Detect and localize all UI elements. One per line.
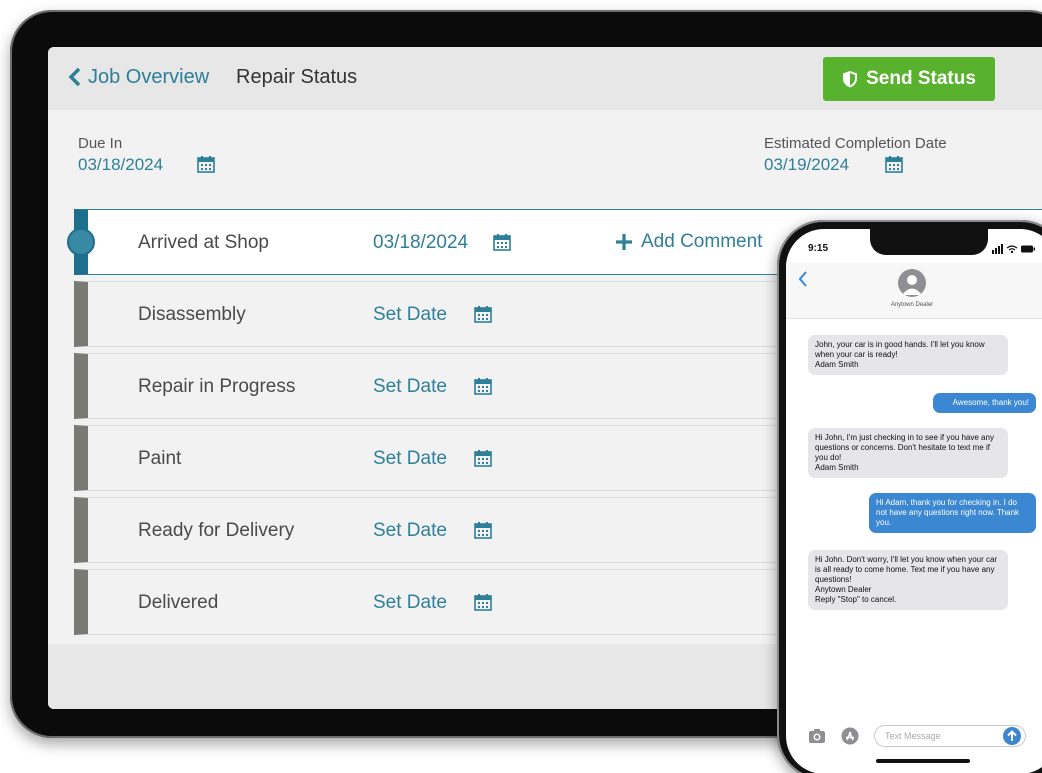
job-overview-link[interactable]: Job Overview [88, 66, 209, 89]
message-text: John, your car is in good hands. I'll le… [815, 340, 985, 369]
step-indicator-dot [67, 228, 95, 256]
calendar-icon[interactable] [474, 449, 492, 467]
message-bubble-outgoing: Awesome, thank you! [933, 393, 1036, 413]
home-indicator [876, 759, 970, 763]
message-bubble-incoming: John, your car is in good hands. I'll le… [808, 335, 1008, 375]
message-text: Hi John. Don't worry, I'll let you know … [815, 555, 998, 604]
step-set-date[interactable]: Set Date [373, 448, 447, 470]
status-time: 9:15 [808, 243, 829, 254]
message-input-bar: Text Message [786, 722, 1042, 752]
est-completion-label: Estimated Completion Date [764, 135, 947, 152]
camera-icon[interactable] [808, 728, 826, 744]
shield-icon [843, 71, 858, 88]
message-bubble-incoming: Hi John. Don't worry, I'll let you know … [808, 550, 1008, 610]
step-set-date[interactable]: Set Date [373, 304, 447, 326]
app-header: Job Overview Repair Status Send Status [48, 47, 1042, 110]
send-status-label: Send Status [866, 68, 976, 89]
chevron-left-icon[interactable] [798, 271, 808, 287]
due-in-date[interactable]: 03/18/2024 [78, 155, 163, 175]
calendar-icon[interactable] [885, 155, 903, 173]
step-name: Delivered [138, 592, 219, 613]
app-store-icon[interactable] [841, 727, 859, 745]
message-bubble-outgoing: Hi Adam, thank you for checking in. I do… [869, 493, 1036, 533]
calendar-icon[interactable] [493, 233, 511, 251]
calendar-icon[interactable] [474, 377, 492, 395]
message-text: Awesome, thank you! [952, 398, 1029, 407]
due-in-label: Due In [78, 135, 123, 152]
avatar[interactable] [898, 269, 926, 297]
step-name: Repair in Progress [138, 376, 296, 397]
message-bubble-incoming: Hi John, I'm just checking in to see if … [808, 428, 1008, 478]
calendar-icon[interactable] [474, 593, 492, 611]
page-title: Repair Status [236, 66, 358, 88]
step-name: Paint [138, 448, 182, 469]
message-text: Hi Adam, thank you for checking in. I do… [876, 498, 1020, 527]
est-completion-date[interactable]: 03/19/2024 [764, 155, 849, 175]
step-set-date[interactable]: Set Date [373, 376, 447, 398]
send-arrow-icon[interactable] [1003, 727, 1021, 745]
conversation-header: Anytown Dealer [786, 263, 1042, 319]
step-date[interactable]: 03/18/2024 [373, 232, 468, 254]
phone-screen: 9:15 Anytown Dealer John, your car is in… [786, 229, 1042, 773]
message-text: Hi John, I'm just checking in to see if … [815, 433, 994, 472]
step-set-date[interactable]: Set Date [373, 592, 447, 614]
calendar-icon[interactable] [474, 305, 492, 323]
step-name: Ready for Delivery [138, 520, 295, 541]
plus-icon [616, 234, 632, 250]
status-icons [992, 244, 1035, 254]
step-name: Disassembly [138, 304, 246, 325]
chevron-left-icon[interactable] [66, 66, 84, 88]
add-comment-button[interactable]: Add Comment [615, 231, 762, 253]
step-set-date[interactable]: Set Date [373, 520, 447, 542]
send-status-button[interactable]: Send Status [823, 57, 995, 101]
person-icon [902, 275, 922, 295]
step-name: Arrived at Shop [138, 232, 269, 253]
add-comment-label: Add Comment [641, 231, 763, 252]
message-input-placeholder: Text Message [885, 731, 941, 741]
phone-notch [870, 229, 988, 255]
contact-name: Anytown Dealer [890, 302, 934, 308]
calendar-icon[interactable] [197, 155, 215, 173]
calendar-icon[interactable] [474, 521, 492, 539]
phone-frame: 9:15 Anytown Dealer John, your car is in… [777, 220, 1042, 773]
